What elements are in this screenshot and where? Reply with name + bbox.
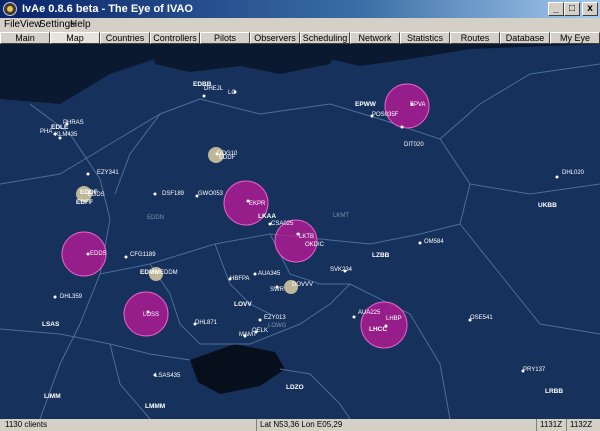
label-swr: SWR: [270, 287, 285, 293]
status-time-2: 1132Z: [566, 419, 600, 431]
label-lmmm: LMMM: [145, 403, 165, 410]
label-eddn: EDDN: [147, 215, 164, 221]
map-canvas[interactable]: EDBB DHEJL LO EPWW EPVA POS035F DIT020 P…: [0, 44, 600, 419]
label-edle: EDLE: [51, 124, 69, 131]
label-lrbb: LRBB: [545, 388, 563, 395]
label-svk234: SVK234: [330, 267, 353, 273]
label-edds: EDDS: [90, 251, 107, 257]
tab-observers[interactable]: Observers: [250, 32, 300, 44]
label-gwo053: GWO053: [198, 191, 224, 197]
tab-scheduling[interactable]: Scheduling: [300, 32, 350, 44]
label-oelk: OELK: [252, 328, 268, 334]
zone-lhbp[interactable]: [360, 301, 408, 349]
tab-map[interactable]: Map: [50, 32, 100, 44]
tab-database[interactable]: Database: [500, 32, 550, 44]
menu-bar: File View Settings Help: [0, 18, 600, 32]
label-dit020: DIT020: [404, 142, 424, 148]
label-pos035f: POS035F: [372, 112, 399, 118]
label-lhbp: LHBP: [386, 316, 402, 322]
label-lsas435: LSAS435: [155, 373, 181, 379]
tab-bar: Main Map Countries Controllers Pilots Ob…: [0, 32, 600, 44]
label-ldzo: LDZO: [286, 384, 304, 391]
close-button[interactable]: x: [582, 2, 598, 16]
status-time-1: 1131Z: [536, 419, 566, 431]
label-lktb: LKTB: [299, 234, 314, 240]
tab-statistics[interactable]: Statistics: [400, 32, 450, 44]
label-eddf: EDDF: [219, 155, 236, 161]
label-dhl871: DHL871: [195, 320, 218, 326]
label-lkmt: LKMT: [333, 213, 349, 219]
label-ukbb: UKBB: [538, 202, 557, 209]
tab-main[interactable]: Main: [0, 32, 50, 44]
label-csa025: CSA025: [271, 221, 294, 227]
minimize-button[interactable]: _: [548, 2, 564, 16]
label-lkaa: LKAA: [258, 213, 276, 220]
tab-countries[interactable]: Countries: [100, 32, 150, 44]
label-edmm: EDMM: [140, 269, 160, 276]
app-eye-icon[interactable]: [3, 2, 17, 16]
label-lovv: LOVV: [234, 301, 252, 308]
tab-routes[interactable]: Routes: [450, 32, 500, 44]
label-dovvv: DOVVV: [292, 282, 313, 288]
status-clients: 1130 clients: [5, 420, 48, 429]
label-ezy341: EZY341: [97, 170, 119, 176]
label-pry137: PRY137: [523, 367, 546, 373]
label-dhejl: DHEJL: [204, 86, 224, 92]
menu-file[interactable]: File: [4, 18, 20, 32]
label-dhl020: DHL020: [562, 170, 585, 176]
label-aua225: AUA225: [358, 310, 381, 316]
status-bar: 1130 clients Lat N53,36 Lon E05,29 1131Z…: [0, 419, 600, 431]
label-lhcc: LHCC: [369, 326, 387, 333]
label-pha: PHA: [40, 129, 52, 135]
label-limm: LIMM: [44, 393, 61, 400]
tab-pilots[interactable]: Pilots: [200, 32, 250, 44]
label-lzbb: LZBB: [372, 252, 390, 259]
label-klm435: KLM435: [55, 132, 78, 138]
label-lsas: LSAS: [42, 321, 60, 328]
tab-controllers[interactable]: Controllers: [150, 32, 200, 44]
label-loss: LOSS: [143, 312, 159, 318]
tab-network[interactable]: Network: [350, 32, 400, 44]
label-om584: OM584: [424, 239, 444, 245]
label-cfg1189: CFG1189: [130, 252, 156, 258]
label-ekpr: EKPR: [249, 201, 266, 207]
window-title: IvAe 0.8.6 beta - The Eye of IVAO: [22, 3, 193, 15]
label-epva: EPVA: [410, 102, 426, 108]
menu-help[interactable]: Help: [70, 18, 91, 32]
status-position: Lat N53,36 Lon E05,29: [256, 419, 406, 431]
label-dsf189: DSF189: [162, 191, 185, 197]
label-hbfpa: HBFPA: [230, 276, 250, 282]
label-edds-west: EDDS: [88, 192, 105, 198]
label-epww: EPWW: [355, 101, 377, 108]
label-eddm: EDDM: [160, 270, 178, 276]
label-ezy013: EZY013: [264, 315, 286, 321]
label-lowg: LOWG: [268, 323, 287, 329]
label-okdic: OKDIC: [305, 242, 325, 248]
label-edff: EDFF: [76, 199, 93, 206]
maximize-button[interactable]: □: [564, 2, 580, 16]
title-bar: IvAe 0.8.6 beta - The Eye of IVAO _ □ x: [0, 0, 600, 18]
label-aua345: AUA345: [258, 271, 281, 277]
label-dhl359: DHL359: [60, 294, 83, 300]
label-ose541: OSE541: [470, 315, 493, 321]
map-view[interactable]: EDBB DHEJL LO EPWW EPVA POS035F DIT020 P…: [0, 44, 600, 419]
tab-my-eye[interactable]: My Eye: [550, 32, 600, 44]
label-lo: LO: [228, 90, 236, 96]
